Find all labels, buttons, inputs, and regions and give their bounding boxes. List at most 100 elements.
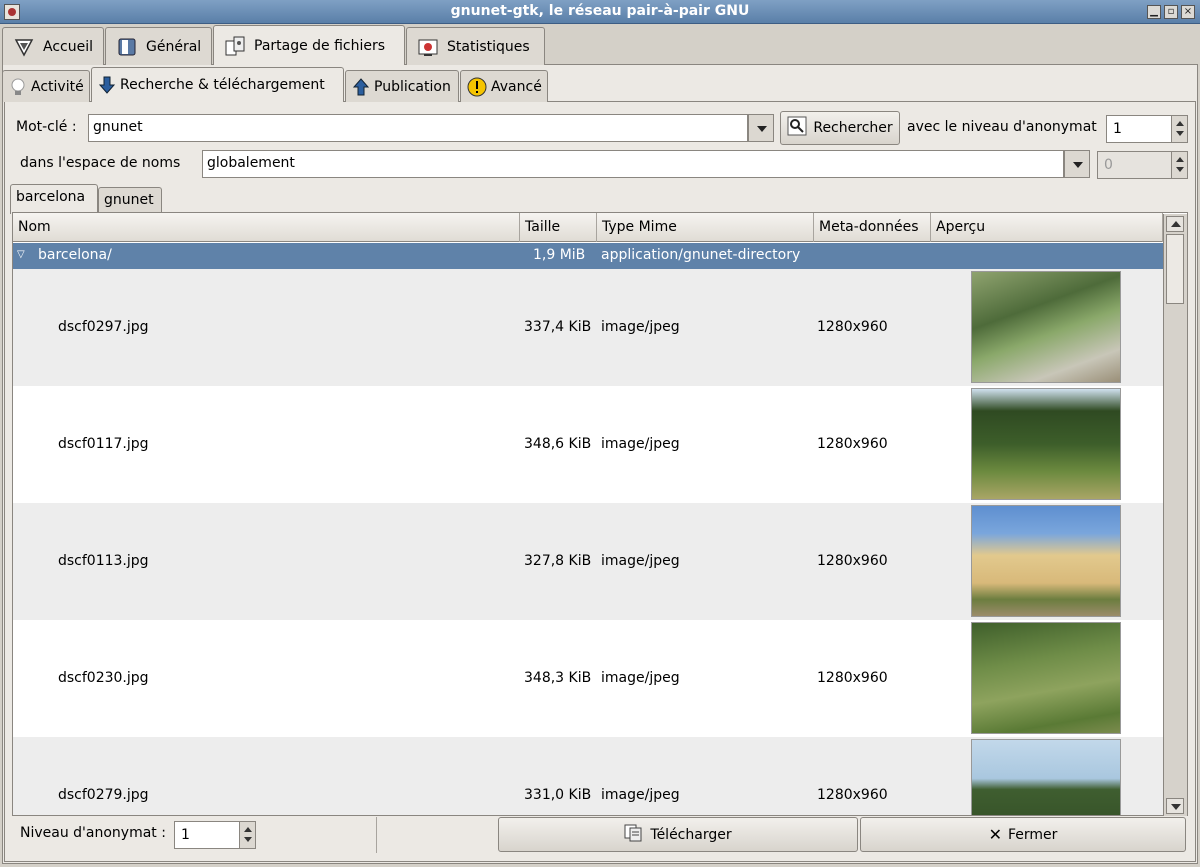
tab-avance-label: Avancé bbox=[491, 78, 542, 95]
tab-publication-label: Publication bbox=[374, 78, 451, 95]
results-header: Nom Taille Type Mime Meta-données Aperçu bbox=[13, 213, 1163, 242]
preview-image bbox=[971, 388, 1121, 500]
download-button-label: Télécharger bbox=[650, 826, 732, 843]
namespace-dropdown-button[interactable] bbox=[1064, 150, 1090, 178]
column-nom[interactable]: Nom bbox=[13, 213, 520, 242]
column-type-mime[interactable]: Type Mime bbox=[597, 213, 814, 242]
row-mime: image/jpeg bbox=[601, 670, 680, 686]
tab-accueil[interactable]: Accueil bbox=[2, 27, 104, 65]
row-meta: 1280x960 bbox=[817, 436, 888, 452]
tab-general[interactable]: Général bbox=[105, 27, 212, 65]
row-size: 337,4 KiB bbox=[524, 319, 592, 335]
row-name: dscf0113.jpg bbox=[58, 553, 149, 569]
minimize-button[interactable]: ▁ bbox=[1147, 5, 1161, 19]
anonymity-level-spinner[interactable]: 1 bbox=[1106, 115, 1188, 143]
row-size: 331,0 KiB bbox=[524, 787, 592, 803]
tab-statistiques[interactable]: Statistiques bbox=[406, 27, 545, 65]
table-row[interactable]: dscf0113.jpg 327,8 KiB image/jpeg 1280x9… bbox=[13, 503, 1163, 620]
row-name: dscf0117.jpg bbox=[58, 436, 149, 452]
tab-partage-label: Partage de fichiers bbox=[254, 37, 386, 54]
anonymity-level-arrows[interactable] bbox=[1171, 116, 1187, 142]
row-size: 348,6 KiB bbox=[524, 436, 592, 452]
results-rows: ▽ barcelona/ 1,9 MiB application/gnunet-… bbox=[13, 243, 1163, 815]
search-button[interactable]: Rechercher bbox=[780, 111, 900, 145]
download-anonymity-label: Niveau d'anonymat : bbox=[20, 825, 166, 841]
tab-recherche-telechargement[interactable]: Recherche & téléchargement bbox=[91, 67, 344, 102]
tab-accueil-label: Accueil bbox=[43, 38, 93, 55]
table-row[interactable]: dscf0230.jpg 348,3 KiB image/jpeg 1280x9… bbox=[13, 620, 1163, 737]
separator bbox=[376, 817, 377, 853]
bottom-bar: Niveau d'anonymat : 1 Télécharger ✕ Ferm… bbox=[12, 817, 1188, 853]
scrollbar-thumb[interactable] bbox=[1166, 234, 1184, 304]
row-mime: application/gnunet-directory bbox=[601, 247, 801, 263]
row-meta: 1280x960 bbox=[817, 553, 888, 569]
row-size: 1,9 MiB bbox=[533, 247, 586, 263]
download-icon bbox=[624, 824, 644, 846]
keyword-dropdown-button[interactable] bbox=[748, 114, 774, 142]
namespace-spinner-arrows bbox=[1171, 152, 1187, 178]
row-meta: 1280x960 bbox=[817, 319, 888, 335]
scroll-up-button[interactable] bbox=[1166, 216, 1184, 232]
row-name: barcelona/ bbox=[38, 247, 112, 263]
keyword-label: Mot-clé : bbox=[16, 119, 77, 135]
tab-activite[interactable]: Activité bbox=[2, 70, 90, 102]
download-anonymity-value: 1 bbox=[181, 827, 190, 843]
anonymity-level-value: 1 bbox=[1113, 121, 1122, 137]
maximize-button[interactable]: ▫ bbox=[1164, 5, 1178, 19]
column-meta-donnees[interactable]: Meta-données bbox=[814, 213, 931, 242]
anonymity-level-label: avec le niveau d'anonymat bbox=[907, 119, 1097, 135]
expander-icon[interactable]: ▽ bbox=[17, 249, 25, 260]
row-mime: image/jpeg bbox=[601, 319, 680, 335]
results-tree: Nom Taille Type Mime Meta-données Aperçu… bbox=[12, 212, 1188, 816]
statistics-icon bbox=[417, 36, 439, 58]
row-name: dscf0279.jpg bbox=[58, 787, 149, 803]
row-mime: image/jpeg bbox=[601, 787, 680, 803]
namespace-label: dans l'espace de noms bbox=[20, 155, 181, 171]
down-arrow-icon bbox=[98, 75, 116, 95]
tab-result-gnunet[interactable]: gnunet bbox=[98, 187, 162, 214]
close-icon: ✕ bbox=[988, 825, 1002, 844]
close-window-button[interactable]: × bbox=[1181, 5, 1195, 19]
row-name: dscf0230.jpg bbox=[58, 670, 149, 686]
tab-statistiques-label: Statistiques bbox=[447, 38, 530, 55]
search-button-label: Rechercher bbox=[813, 120, 893, 136]
preview-image bbox=[971, 739, 1121, 815]
results-scrollbar[interactable] bbox=[1163, 214, 1187, 816]
tab-activite-label: Activité bbox=[31, 78, 84, 95]
window-title: gnunet-gtk, le réseau pair-à-pair GNU bbox=[450, 3, 750, 19]
preview-image bbox=[971, 505, 1121, 617]
row-meta: 1280x960 bbox=[817, 787, 888, 803]
namespace-spinner: 0 bbox=[1097, 151, 1188, 179]
table-row[interactable]: dscf0279.jpg 331,0 KiB image/jpeg 1280x9… bbox=[13, 737, 1163, 815]
row-size: 327,8 KiB bbox=[524, 553, 592, 569]
close-button-label: Fermer bbox=[1007, 826, 1058, 843]
tab-result-barcelona[interactable]: barcelona bbox=[10, 184, 98, 214]
scroll-down-button[interactable] bbox=[1166, 798, 1184, 814]
warning-icon bbox=[467, 77, 487, 97]
tab-partage-de-fichiers[interactable]: Partage de fichiers bbox=[213, 25, 405, 65]
table-row[interactable]: dscf0117.jpg 348,6 KiB image/jpeg 1280x9… bbox=[13, 386, 1163, 503]
keyword-input[interactable]: gnunet bbox=[88, 114, 748, 142]
title-bar: gnunet-gtk, le réseau pair-à-pair GNU ▁ … bbox=[0, 0, 1200, 24]
download-anonymity-arrows[interactable] bbox=[239, 822, 255, 848]
tab-publication[interactable]: Publication bbox=[345, 70, 459, 102]
namespace-combo[interactable]: globalement bbox=[202, 150, 1064, 178]
table-row[interactable]: dscf0297.jpg 337,4 KiB image/jpeg 1280x9… bbox=[13, 269, 1163, 386]
tab-recherche-label: Recherche & téléchargement bbox=[120, 77, 325, 93]
preview-image bbox=[971, 622, 1121, 734]
close-button[interactable]: ✕ Fermer bbox=[860, 817, 1186, 852]
row-meta: 1280x960 bbox=[817, 670, 888, 686]
table-row-directory[interactable]: ▽ barcelona/ 1,9 MiB application/gnunet-… bbox=[13, 243, 1163, 269]
namespace-spinner-value: 0 bbox=[1104, 157, 1113, 173]
file-sharing-icon bbox=[224, 35, 246, 57]
column-taille[interactable]: Taille bbox=[520, 213, 597, 242]
book-icon bbox=[116, 36, 138, 58]
gnunet-logo-icon bbox=[13, 36, 35, 58]
column-apercu[interactable]: Aperçu bbox=[931, 213, 1163, 242]
preview-image bbox=[971, 271, 1121, 383]
tab-avance[interactable]: Avancé bbox=[460, 70, 548, 102]
download-anonymity-spinner[interactable]: 1 bbox=[174, 821, 256, 849]
download-button[interactable]: Télécharger bbox=[498, 817, 858, 852]
lightbulb-icon bbox=[9, 77, 27, 97]
row-mime: image/jpeg bbox=[601, 436, 680, 452]
